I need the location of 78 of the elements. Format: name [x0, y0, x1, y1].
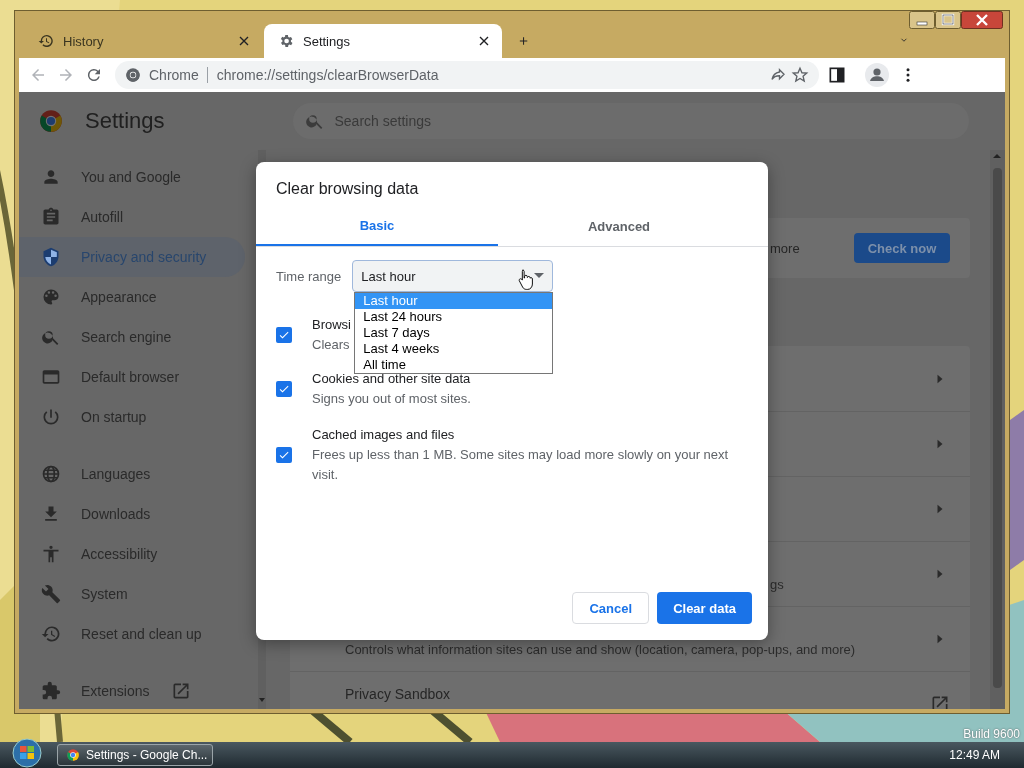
- checkbox[interactable]: [276, 447, 292, 463]
- reload-icon[interactable]: [85, 66, 103, 84]
- site-chip: Chrome: [149, 67, 208, 83]
- sidebar-item[interactable]: Accessibility: [19, 534, 245, 574]
- sidebar-item[interactable]: Extensions: [19, 671, 245, 709]
- card-text: more: [770, 240, 800, 256]
- start-button-icon[interactable]: [12, 738, 42, 768]
- history-icon: [41, 624, 61, 644]
- close-icon[interactable]: [961, 11, 1003, 29]
- sidebar-item[interactable]: On startup: [19, 397, 245, 437]
- maximize-icon[interactable]: [935, 11, 961, 29]
- row-subtitle: Controls what information sites can use and show (location, camera, pop-ups, and more): [345, 640, 857, 657]
- dropdown-option[interactable]: Last hour: [355, 293, 553, 309]
- power-icon: [41, 407, 61, 427]
- history-icon: [38, 33, 54, 49]
- wrench-icon: [41, 584, 61, 604]
- option-title: Browsi: [312, 316, 351, 334]
- sidebar-item[interactable]: Languages: [19, 454, 245, 494]
- shield-icon: [41, 247, 61, 267]
- sidebar-item[interactable]: You and Google: [19, 157, 245, 197]
- clipboard-icon: [41, 207, 61, 227]
- side-panel-icon[interactable]: [827, 65, 847, 85]
- address-bar[interactable]: Chrome chrome://settings/clearBrowserData: [115, 61, 819, 89]
- hand-cursor-icon: [518, 268, 535, 292]
- chrome-icon: [66, 748, 80, 762]
- minimize-icon[interactable]: [909, 11, 935, 29]
- dialog-title: Clear browsing data: [275, 179, 420, 198]
- dropdown-option[interactable]: Last 4 weeks: [355, 341, 553, 357]
- sidebar-item[interactable]: Appearance: [19, 277, 245, 317]
- option-title: Cached images and files: [312, 426, 456, 444]
- dropdown-option[interactable]: All time: [355, 357, 553, 373]
- external-link-icon: [171, 681, 192, 701]
- checkbox[interactable]: [276, 327, 292, 343]
- taskbar-button[interactable]: Settings - Google Ch...: [57, 744, 213, 766]
- tab-title: Settings: [303, 33, 351, 49]
- page-title: Settings: [85, 108, 165, 134]
- sidebar-item[interactable]: Downloads: [19, 494, 245, 534]
- dropdown-option[interactable]: Last 24 hours: [355, 309, 553, 325]
- clock: 12:49 AM: [949, 748, 1000, 762]
- scroll-up-icon[interactable]: [992, 152, 1002, 160]
- gear-icon: [278, 33, 294, 49]
- cancel-button[interactable]: Cancel: [572, 592, 650, 624]
- sidebar-item[interactable]: Autofill: [19, 197, 245, 237]
- chrome-icon: [125, 67, 141, 83]
- forward-icon[interactable]: [57, 66, 75, 84]
- globe-icon: [41, 464, 61, 484]
- build-label: Build 9600: [963, 727, 1020, 741]
- sidebar-item[interactable]: Reset and clean up: [19, 614, 245, 654]
- checkbox[interactable]: [276, 381, 292, 397]
- star-icon[interactable]: [791, 66, 809, 84]
- sidebar-item[interactable]: Search engine: [19, 317, 245, 357]
- row-subtitle: gs: [770, 575, 785, 592]
- row-title: Privacy Sandbox: [345, 686, 452, 704]
- profile-icon[interactable]: [865, 63, 889, 87]
- dropdown-arrow-icon: [534, 273, 545, 278]
- sidebar-item[interactable]: Default browser: [19, 357, 245, 397]
- sidebar-item[interactable]: System: [19, 574, 245, 614]
- url-text: chrome://settings/clearBrowserData: [216, 67, 439, 83]
- browser-window-icon: [41, 367, 61, 387]
- palette-icon: [41, 287, 61, 307]
- field-label: Time range: [276, 268, 342, 284]
- option-description: Signs you out of most sites.: [312, 390, 471, 408]
- browser-tab[interactable]: Settings: [264, 24, 502, 58]
- puzzle-icon: [41, 681, 61, 701]
- tab-title: History: [63, 33, 105, 49]
- scroll-down-icon[interactable]: [258, 696, 266, 704]
- browser-tab[interactable]: History: [24, 24, 262, 58]
- option-description: Frees up less than 1 MB. Some sites may load more slowly on your next visit.: [312, 446, 730, 484]
- option-description: Clears: [312, 336, 351, 354]
- external-link-icon[interactable]: [930, 694, 950, 709]
- check-now-button[interactable]: Check now: [854, 233, 950, 263]
- chrome-logo-icon: [38, 108, 64, 134]
- dialog-tab[interactable]: Advanced: [498, 206, 740, 246]
- dialog-tab[interactable]: Basic: [256, 206, 498, 246]
- clear-data-button[interactable]: Clear data: [657, 592, 752, 624]
- option-title: Cookies and other site data: [312, 370, 471, 388]
- accessibility-icon: [41, 544, 61, 564]
- dropdown-option[interactable]: Last 7 days: [355, 325, 553, 341]
